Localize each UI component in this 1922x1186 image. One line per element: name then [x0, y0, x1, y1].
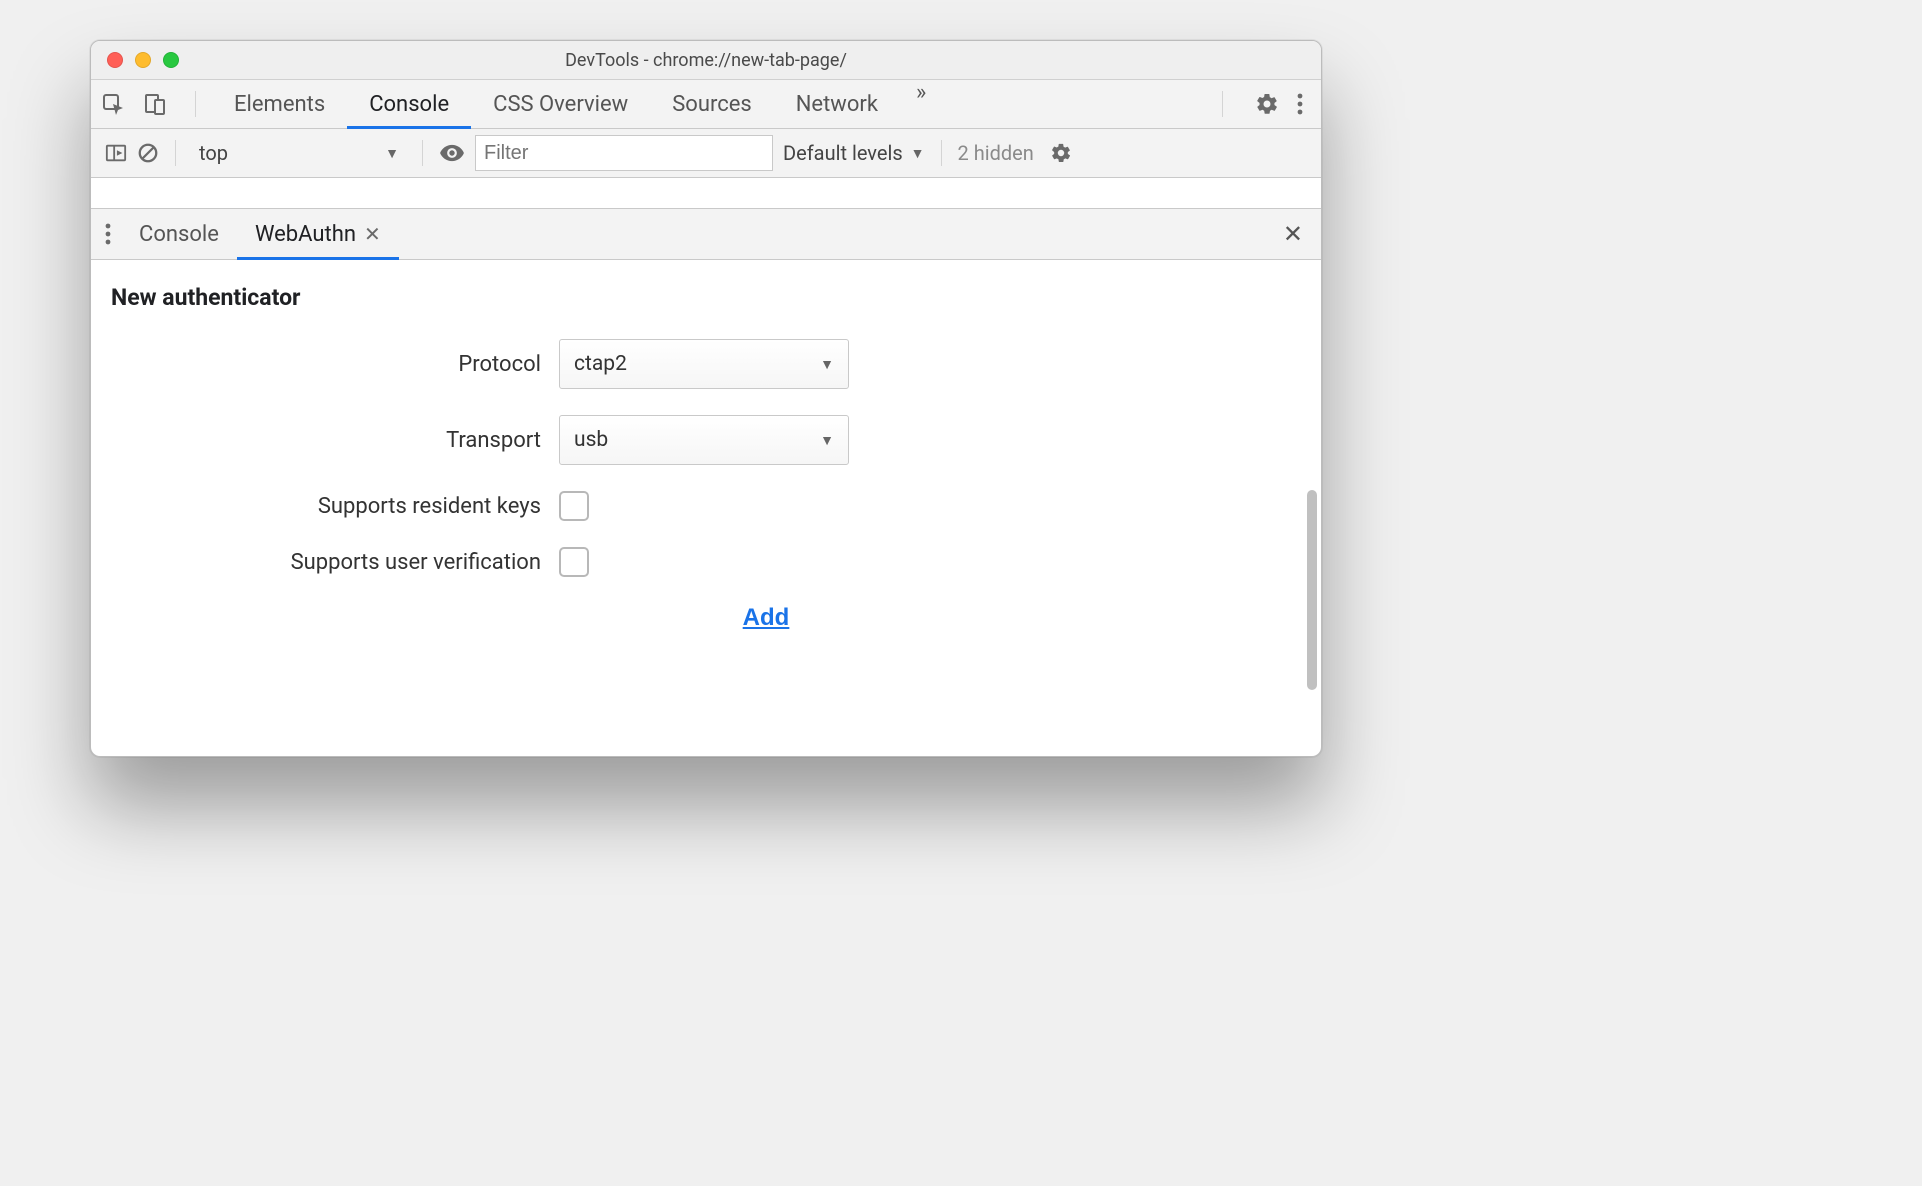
scrollbar-thumb[interactable]	[1307, 490, 1317, 690]
levels-label: Default levels	[783, 141, 903, 165]
settings-icon[interactable]	[1255, 92, 1279, 116]
tab-network[interactable]: Network	[774, 80, 900, 128]
chevron-down-icon: ▼	[385, 145, 399, 162]
transport-select[interactable]: usb ▼	[559, 415, 849, 465]
kebab-menu-icon[interactable]	[1297, 92, 1303, 116]
titlebar: DevTools - chrome://new-tab-page/	[91, 41, 1321, 80]
add-button[interactable]: Add	[737, 603, 796, 633]
drawer-tab-webauthn[interactable]: WebAuthn ✕	[237, 209, 399, 259]
tab-sources[interactable]: Sources	[650, 80, 774, 128]
tab-label: WebAuthn	[255, 222, 356, 247]
execution-context-select[interactable]: top ▼	[192, 136, 406, 170]
chevron-down-icon: ▼	[911, 145, 925, 162]
tab-label: Console	[369, 92, 449, 117]
webauthn-panel: New authenticator Protocol ctap2 ▼ Trans…	[91, 260, 1321, 757]
divider	[175, 140, 176, 166]
protocol-select[interactable]: ctap2 ▼	[559, 339, 849, 389]
more-tabs-button[interactable]: »	[900, 80, 942, 128]
close-tab-icon[interactable]: ✕	[364, 222, 381, 246]
transport-label: Transport	[111, 428, 559, 453]
devtools-window: DevTools - chrome://new-tab-page/ Elemen…	[90, 40, 1322, 757]
chevron-down-icon: ▼	[820, 432, 834, 449]
hidden-messages-count[interactable]: 2 hidden	[958, 141, 1034, 165]
console-output-area	[91, 178, 1321, 209]
filter-input[interactable]	[475, 135, 773, 171]
console-toolbar: top ▼ Default levels ▼ 2 hidden	[91, 129, 1321, 178]
context-label: top	[199, 141, 228, 165]
panel-heading: New authenticator	[111, 284, 1301, 311]
tab-elements[interactable]: Elements	[212, 80, 347, 128]
console-sidebar-toggle-icon[interactable]	[105, 142, 127, 164]
drawer-kebab-icon[interactable]	[101, 222, 121, 246]
chevron-down-icon: ▼	[820, 356, 834, 373]
close-drawer-icon[interactable]: ✕	[1283, 220, 1311, 248]
select-value: usb	[574, 428, 608, 452]
inspect-element-icon[interactable]	[101, 92, 125, 116]
tab-label: Console	[139, 222, 219, 247]
select-value: ctap2	[574, 352, 627, 376]
drawer-tabstrip: Console WebAuthn ✕ ✕	[91, 209, 1321, 260]
resident-keys-label: Supports resident keys	[111, 494, 559, 519]
clear-console-icon[interactable]	[137, 142, 159, 164]
tab-label: Network	[796, 92, 878, 117]
divider	[422, 140, 423, 166]
divider	[195, 91, 196, 117]
main-tabstrip: Elements Console CSS Overview Sources Ne…	[91, 80, 1321, 129]
divider	[941, 140, 942, 166]
live-expression-icon[interactable]	[439, 140, 465, 166]
resident-keys-checkbox[interactable]	[559, 491, 589, 521]
tab-label: Elements	[234, 92, 325, 117]
console-settings-icon[interactable]	[1050, 142, 1072, 164]
user-verification-label: Supports user verification	[111, 550, 559, 575]
protocol-label: Protocol	[111, 352, 559, 377]
tab-label: Sources	[672, 92, 752, 117]
log-levels-select[interactable]: Default levels ▼	[783, 141, 925, 165]
device-toolbar-icon[interactable]	[143, 92, 167, 116]
divider	[1222, 91, 1223, 117]
window-title: DevTools - chrome://new-tab-page/	[91, 50, 1321, 71]
tab-css-overview[interactable]: CSS Overview	[471, 80, 650, 128]
tab-console[interactable]: Console	[347, 80, 471, 128]
drawer-tab-console[interactable]: Console	[121, 209, 237, 259]
user-verification-checkbox[interactable]	[559, 547, 589, 577]
tab-label: CSS Overview	[493, 92, 628, 117]
